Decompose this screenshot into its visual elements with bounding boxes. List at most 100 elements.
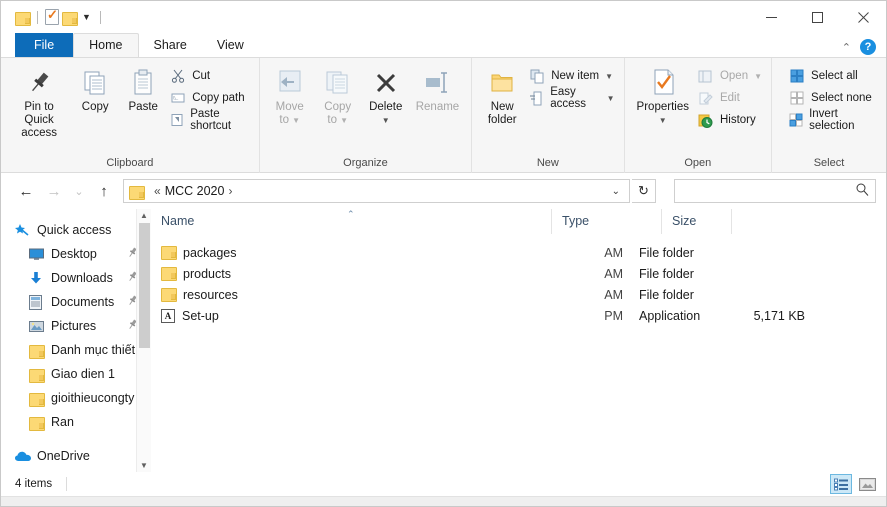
paste-shortcut-button[interactable]: Paste shortcut (167, 108, 253, 132)
forward-button[interactable]: → (41, 178, 67, 204)
sidebar-item-ran[interactable]: Ran (1, 410, 151, 434)
refresh-button[interactable]: ↻ (632, 179, 656, 203)
copy-to-icon (322, 65, 354, 101)
sidebar-item-danh-muc-thiet[interactable]: Danh mục thiết (1, 338, 151, 362)
copy-path-button[interactable]: \\.. Copy path (167, 89, 253, 107)
table-row[interactable]: A Set-up PM Application 5,171 KB (151, 305, 886, 326)
edit-button[interactable]: Edit (695, 89, 765, 107)
rename-button[interactable]: Rename (410, 62, 465, 114)
tab-view[interactable]: View (202, 33, 259, 57)
new-small-buttons: New item ▼ Easy access ▼ (526, 62, 617, 110)
bottom-strip (1, 496, 886, 506)
chevron-down-icon[interactable]: ▼ (659, 114, 667, 127)
group-label-open: Open (684, 157, 712, 169)
label: Pin to Quick (24, 101, 54, 126)
delete-x-icon (371, 65, 401, 101)
properties-checkmark-icon[interactable] (45, 7, 59, 25)
new-item-button[interactable]: New item ▼ (526, 67, 617, 85)
column-header-type[interactable]: Type (551, 209, 661, 234)
breadcrumb-chevron[interactable]: › (224, 184, 236, 198)
folder-icon (129, 185, 145, 200)
folder-icon[interactable] (15, 11, 31, 26)
sidebar-item-desktop[interactable]: Desktop (1, 242, 151, 266)
open-button[interactable]: Open ▼ (695, 67, 765, 85)
paste-button[interactable]: Paste (119, 62, 167, 114)
file-name-cell[interactable]: A Set-up (151, 308, 551, 323)
type-cell: File folder (639, 266, 694, 281)
large-icons-view-button[interactable] (856, 474, 878, 494)
tab-file[interactable]: File (15, 33, 74, 57)
copy-button[interactable]: Copy (71, 62, 119, 114)
move-to-button[interactable]: Move to ▼ (266, 62, 314, 127)
invert-selection-button[interactable]: Invert selection (786, 108, 880, 132)
ribbon-controls: ⌃ ? (842, 39, 886, 57)
close-button[interactable] (840, 1, 886, 33)
select-all-button[interactable]: Select all (786, 67, 880, 85)
maximize-button[interactable] (794, 1, 840, 33)
sidebar-item-documents[interactable]: Documents (1, 290, 151, 314)
tab-home[interactable]: Home (73, 33, 139, 57)
folder-icon (29, 368, 51, 383)
star-pin-icon (15, 223, 37, 237)
scroll-up-arrow-icon[interactable]: ▲ (140, 209, 148, 222)
select-none-button[interactable]: Select none (786, 89, 880, 107)
breadcrumb-path[interactable]: MCC 2020 (165, 184, 225, 198)
column-header-extra[interactable] (731, 209, 821, 234)
minimize-button[interactable] (748, 1, 794, 33)
chevron-down-icon[interactable]: ▼ (754, 72, 762, 81)
easy-access-button[interactable]: Easy access ▼ (526, 86, 617, 110)
divider (37, 10, 38, 24)
label: Size (672, 214, 697, 228)
chevron-up-icon[interactable]: ⌃ (842, 41, 851, 54)
delete-button[interactable]: Delete ▼ (362, 62, 410, 127)
scroll-down-arrow-icon[interactable]: ▼ (140, 459, 148, 472)
history-button[interactable]: History (695, 111, 765, 129)
column-header-name[interactable]: ⌃ Name (151, 209, 551, 234)
table-row[interactable]: resources AM File folder (151, 284, 886, 305)
sidebar-item-quick-access[interactable]: Quick access (1, 218, 151, 242)
content-area: Quick access Desktop Downloads Documents… (1, 209, 886, 472)
label: Ran (51, 415, 74, 429)
chevron-down-icon[interactable]: ▼ (80, 12, 93, 22)
file-name-cell[interactable]: products (151, 266, 551, 282)
navigation-pane-scrollbar[interactable]: ▲ ▼ (136, 209, 151, 472)
sidebar-item-giao-dien-1[interactable]: Giao dien 1 (1, 362, 151, 386)
chevron-down-icon[interactable]: ▼ (607, 94, 615, 103)
table-row[interactable]: products AM File folder (151, 263, 886, 284)
label: Select all (811, 70, 858, 82)
search-box[interactable] (674, 179, 876, 203)
breadcrumb-overflow[interactable]: « (150, 184, 165, 198)
properties-button[interactable]: Properties ▼ (631, 62, 695, 127)
sidebar-item-pictures[interactable]: Pictures (1, 314, 151, 338)
type-cell: File folder (639, 287, 694, 302)
address-dropdown-icon[interactable]: ⌄ (606, 186, 626, 197)
help-icon[interactable]: ? (860, 39, 876, 55)
pin-to-quick-access-button[interactable]: Pin to Quick access (7, 62, 71, 140)
copy-to-button[interactable]: Copy to ▼ (314, 62, 362, 127)
table-row[interactable]: packages AM File folder (151, 242, 886, 263)
column-header-size[interactable]: Size (661, 209, 731, 234)
new-folder-button[interactable]: New folder (478, 62, 526, 127)
label: products (183, 266, 231, 281)
up-button[interactable]: ↑ (91, 178, 117, 204)
search-input[interactable] (681, 183, 856, 199)
label: Delete (369, 101, 403, 113)
back-button[interactable]: ← (13, 178, 39, 204)
tab-share[interactable]: Share (139, 33, 202, 57)
sidebar-item-downloads[interactable]: Downloads (1, 266, 151, 290)
details-view-button[interactable] (830, 474, 852, 494)
file-name-cell[interactable]: resources (151, 287, 551, 303)
search-icon[interactable] (856, 183, 869, 199)
file-name-cell[interactable]: packages (151, 245, 551, 261)
sidebar-item-onedrive[interactable]: OneDrive (1, 444, 151, 468)
sidebar-item-gioithieucongty[interactable]: gioithieucongty (1, 386, 151, 410)
scrollbar-thumb[interactable] (138, 223, 150, 348)
cut-button[interactable]: Cut (167, 67, 253, 85)
history-icon (698, 112, 714, 128)
chevron-down-icon[interactable]: ▼ (382, 114, 390, 127)
label: Invert selection (809, 108, 855, 132)
recent-locations-button[interactable]: ⌄ (69, 178, 89, 204)
new-folder-icon[interactable] (62, 11, 78, 26)
breadcrumb[interactable]: « MCC 2020 › ⌄ (123, 179, 630, 203)
chevron-down-icon[interactable]: ▼ (605, 72, 613, 81)
